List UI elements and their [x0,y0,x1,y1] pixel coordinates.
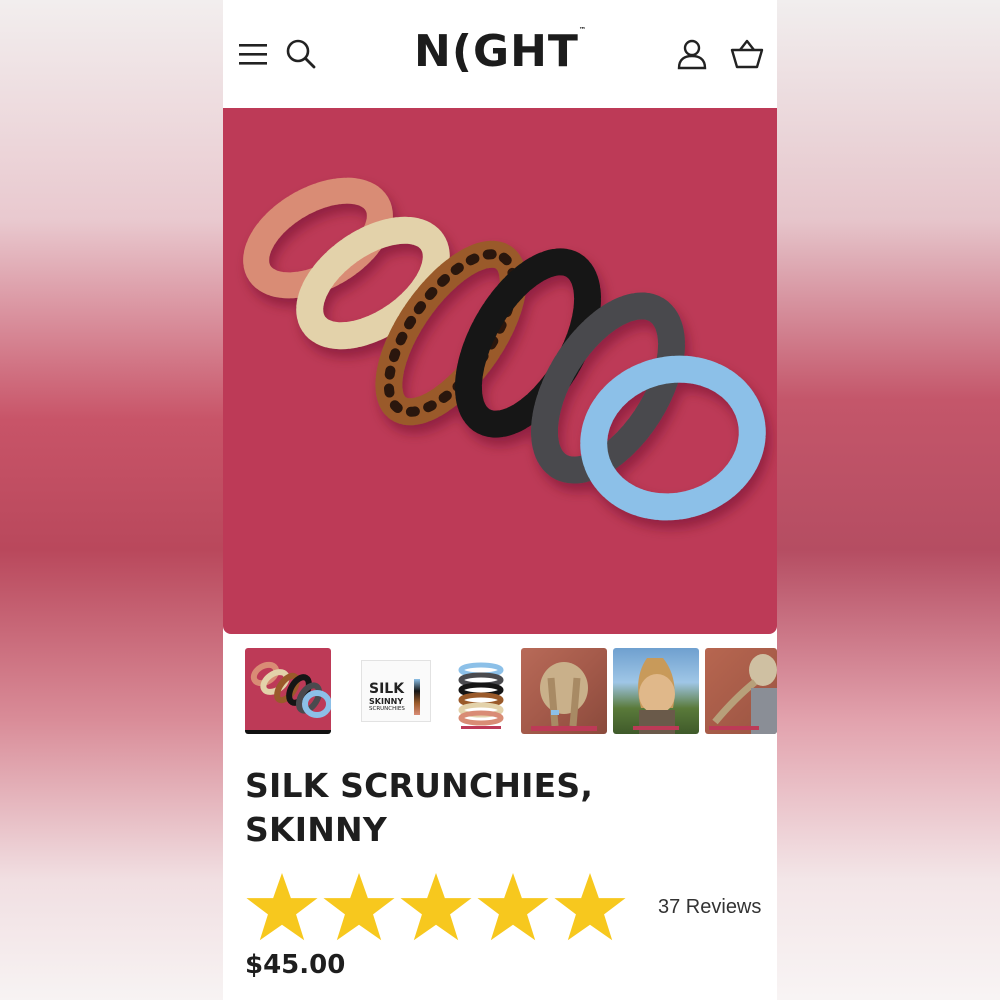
package-text-silk: SILK [369,681,405,697]
product-hero-image[interactable] [223,108,777,634]
product-rating[interactable]: 37 Reviews [245,870,765,946]
phone-screen: N(GHT™ SILK SKINNY SCRUNCHIES SILK SCRUN… [223,0,777,1000]
thumbnail-long-braid-model[interactable] [705,648,777,734]
site-header: N(GHT™ [223,0,777,108]
thumbnail-scrunchies-set[interactable] [245,648,331,734]
thumbnail-braids-model[interactable] [521,648,607,734]
basket-icon[interactable] [729,36,765,72]
user-icon[interactable] [674,36,710,72]
background-blur-right [777,0,1000,1000]
package-text-scrunchies: SCRUNCHIES [369,706,405,712]
scrunchie-blue [580,355,766,521]
star-icon [400,872,472,941]
star-icon [477,872,549,941]
package-text-skinny: SKINNY [369,697,404,706]
star-icon [554,872,626,941]
reviews-link[interactable]: 37 Reviews [658,896,761,919]
product-title-line1: SILK SCRUNCHIES, [245,766,594,805]
thumbnail-gallery: SILK SKINNY SCRUNCHIES [223,648,777,736]
thumbnail-stacked-scrunchies[interactable] [437,648,523,734]
background-blur-left [0,0,223,1000]
scrunchies-illustration [243,177,766,521]
thumbnail-package[interactable]: SILK SKINNY SCRUNCHIES [353,648,439,734]
product-price: $45.00 [245,950,346,980]
star-icon [246,872,318,941]
brand-logo-text: N(GHT [414,26,579,77]
product-title-line2: SKINNY [245,810,387,849]
star-icon [323,872,395,941]
thumbnail-ponytail-model[interactable] [613,648,699,734]
product-title: SILK SCRUNCHIES, SKINNY [245,764,745,852]
